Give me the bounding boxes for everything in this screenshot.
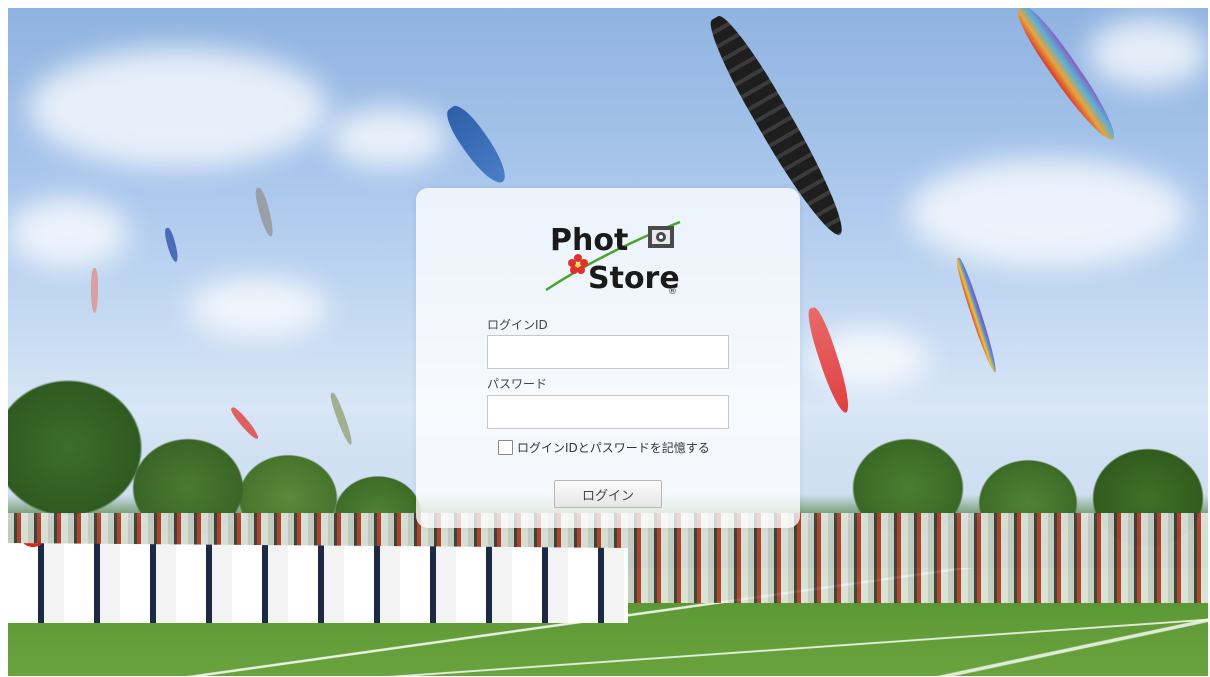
password-label: パスワード [487,377,548,391]
svg-text:®: ® [668,287,677,296]
login-panel: Phot Store ® ログインID パスワード ログインIDとパスワードを記… [416,188,800,528]
svg-text:Phot: Phot [550,223,628,258]
photo-store-logo: Phot Store ® [545,220,681,296]
remember-checkbox[interactable] [498,440,513,455]
remember-me[interactable]: ログインIDとパスワードを記憶する [498,439,710,456]
password-input[interactable] [487,395,729,429]
svg-text:Store: Store [588,261,680,296]
login-id-input[interactable] [487,335,729,369]
login-button[interactable]: ログイン [554,480,662,508]
remember-label[interactable]: ログインIDとパスワードを記憶する [517,439,710,456]
login-id-label: ログインID [487,318,548,332]
